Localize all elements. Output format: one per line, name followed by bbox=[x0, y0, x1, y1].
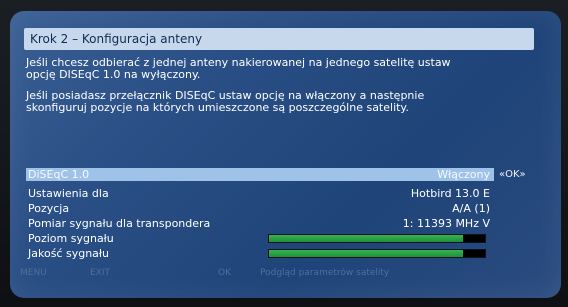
tv-screen: Krok 2 – Konfiguracja anteny Jeśli chces… bbox=[10, 11, 561, 298]
tv-frame: Krok 2 – Konfiguracja anteny Jeśli chces… bbox=[0, 0, 568, 307]
setting-row-transponder[interactable]: Pomiar sygnału dla transpondera 1: 11393… bbox=[26, 216, 494, 231]
signal-quality-fill bbox=[269, 250, 464, 257]
signal-level-label: Poziom sygnału bbox=[28, 232, 114, 245]
footer-menu[interactable]: MENU bbox=[20, 267, 47, 279]
setting-value: A/A (1) bbox=[452, 202, 490, 215]
setting-value: Hotbird 13.0 E bbox=[410, 187, 490, 200]
signal-quality-bar bbox=[268, 249, 486, 258]
signal-quality-row: Jakość sygnału bbox=[26, 246, 494, 261]
footer-ok[interactable]: OK bbox=[218, 267, 231, 279]
settings-list: DiSEqC 1.0 Włączony Ustawienia dla Hotbi… bbox=[26, 168, 494, 261]
setting-row-satellite[interactable]: Ustawienia dla Hotbird 13.0 E bbox=[26, 186, 494, 201]
setting-label: Pomiar sygnału dla transpondera bbox=[28, 217, 211, 230]
footer-exit[interactable]: EXIT bbox=[90, 267, 110, 279]
footer-hints: MENU EXIT OK Podgląd parametrów satelity bbox=[20, 267, 540, 279]
page-title: Krok 2 – Konfiguracja anteny bbox=[24, 28, 534, 50]
footer-preview[interactable]: Podgląd parametrów satelity bbox=[260, 267, 389, 279]
info-text: Jeśli chcesz odbierać z jednej anteny na… bbox=[26, 57, 466, 123]
signal-level-bar bbox=[268, 234, 486, 243]
info-paragraph-1: Jeśli chcesz odbierać z jednej anteny na… bbox=[26, 56, 451, 81]
signal-level-row: Poziom sygnału bbox=[26, 231, 494, 246]
signal-level-fill bbox=[269, 235, 464, 242]
info-paragraph-2: Jeśli posiadasz przełącznik DISEqC ustaw… bbox=[26, 89, 425, 114]
diseqc-label: DiSEqC 1.0 bbox=[28, 168, 90, 181]
setting-value: 1: 11393 MHz V bbox=[402, 217, 490, 230]
signal-quality-label: Jakość sygnału bbox=[28, 247, 110, 260]
setting-label: Ustawienia dla bbox=[28, 187, 109, 200]
setting-label: Pozycja bbox=[28, 202, 70, 215]
diseqc-option[interactable]: DiSEqC 1.0 Włączony bbox=[26, 168, 494, 181]
setting-row-position[interactable]: Pozycja A/A (1) bbox=[26, 201, 494, 216]
ok-hint: «OK» bbox=[499, 169, 526, 180]
diseqc-value: Włączony bbox=[437, 168, 490, 181]
